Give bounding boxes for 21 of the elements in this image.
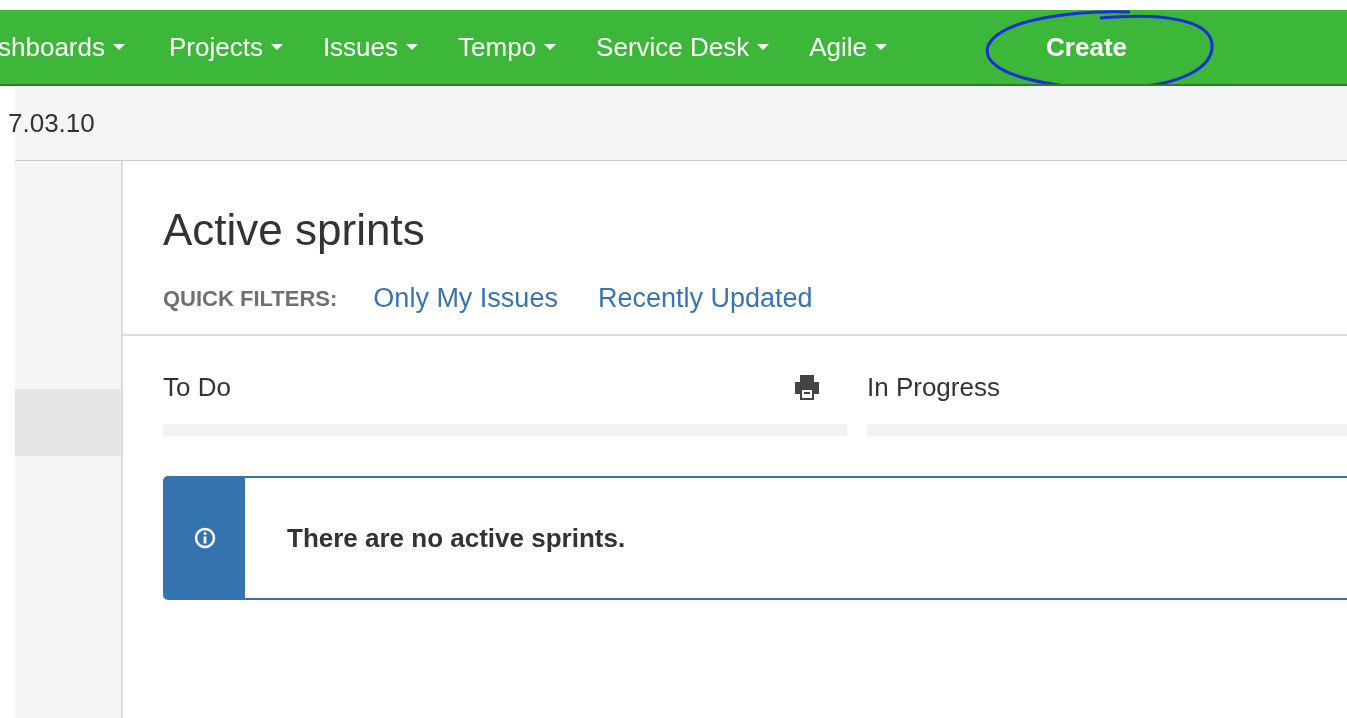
info-icon bbox=[194, 527, 216, 549]
nav-menu[interactable]: Issues bbox=[302, 10, 439, 84]
caret-icon bbox=[544, 44, 557, 50]
breadcrumb[interactable]: 7.03.10 bbox=[8, 107, 95, 139]
column-title: To Do bbox=[163, 371, 231, 403]
nav-menu[interactable]: Tempo bbox=[438, 10, 577, 84]
caret-icon bbox=[112, 44, 125, 50]
caret-icon bbox=[757, 44, 770, 50]
quick-filters-label: QUICK FILTERS: bbox=[163, 285, 338, 312]
quick-filter-link[interactable]: Only My Issues bbox=[373, 283, 558, 314]
create-button[interactable]: Create bbox=[1022, 10, 1151, 84]
caret-icon bbox=[875, 44, 888, 50]
message-text: There are no active sprints. bbox=[287, 522, 626, 554]
page-title: Active sprints bbox=[163, 204, 426, 255]
quick-filter-link[interactable]: Recently Updated bbox=[597, 283, 813, 314]
nav-menu[interactable]: Service Desk bbox=[576, 10, 790, 84]
caret-icon bbox=[270, 44, 283, 50]
nav-menu[interactable]: Agile bbox=[789, 10, 908, 84]
caret-icon bbox=[406, 44, 419, 50]
column-title: In Progress bbox=[867, 371, 1000, 403]
nav-menu[interactable]: Projects bbox=[148, 10, 303, 84]
